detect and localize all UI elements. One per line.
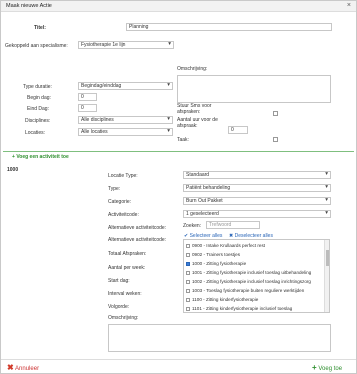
footer-divider [1, 359, 356, 360]
list-item-checkbox[interactable] [186, 270, 190, 275]
start-dag-label: Start dag: [108, 278, 130, 284]
list-scrollbar[interactable] [324, 240, 329, 312]
aantal-per-week-label: Aantal per week: [108, 265, 146, 271]
eind-dag-input[interactable]: 0 [78, 104, 97, 112]
activity-code-list[interactable]: 0900 - Intake Krullaards perfect rest 090… [183, 239, 330, 313]
list-item-label: 1101 - Zitting kinderfysiotherapie inclu… [192, 306, 293, 311]
section-divider [3, 151, 354, 152]
eind-dag-label: Eind Dag: [27, 106, 49, 112]
list-scroll-thumb[interactable] [326, 250, 329, 266]
list-item-label: 0900 - Intake Krullaards perfect rest [192, 243, 266, 248]
type-select[interactable]: Patiënt behandeling [183, 184, 331, 192]
list-item-label: 1003 - Toeslag fysiotherapie buiten regu… [192, 288, 305, 293]
taak-checkbox[interactable] [273, 137, 278, 142]
zoeken-input[interactable]: Trefwoord [206, 221, 260, 229]
list-item[interactable]: 1001 - Zitting fysiotherapie inclusief t… [186, 270, 311, 275]
list-item-checkbox[interactable] [186, 288, 190, 293]
list-item[interactable]: 0902 - Trainers toestjes [186, 252, 240, 257]
stuur-sms-checkbox[interactable] [273, 111, 278, 116]
list-item[interactable]: 1000 - Zitting fysiotherapie [186, 261, 246, 266]
list-item[interactable]: 0900 - Intake Krullaards perfect rest [186, 243, 265, 248]
list-item-label: 1000 - Zitting fysiotherapie [192, 261, 247, 266]
omschrijving-label: Omschrijving: [177, 66, 208, 72]
list-item[interactable]: 1101 - Zitting kinderfysiotherapie inclu… [186, 306, 292, 311]
titel-label: Titel: [34, 25, 46, 31]
omschrijving-textarea[interactable] [177, 75, 331, 103]
list-item-label: 1100 - Zitting kinderfysiotherapie [192, 297, 259, 302]
list-item[interactable]: 1002 - Zitting fysiotherapie inclusief t… [186, 279, 311, 284]
alt-code-label-2: Alternatieve activiteitcode: [108, 237, 167, 243]
alt-code-label-1: Alternatieve activiteitcode: [108, 225, 167, 231]
titel-input[interactable]: Planning [126, 23, 332, 31]
list-item-label: 0902 - Trainers toestjes [192, 252, 241, 257]
list-item-label: 1001 - Zitting fysiotherapie inclusief t… [192, 270, 312, 275]
list-item-checkbox[interactable] [186, 243, 190, 248]
activiteitcode-label: Activiteitcode: [108, 212, 139, 218]
dialog-titlebar: Maak nieuwe Actie × [1, 1, 356, 12]
disciplines-label: Disciplines: [25, 118, 51, 124]
begin-dag-input[interactable]: 0 [78, 93, 97, 101]
zoeken-label: Zoeken: [183, 223, 202, 229]
cancel-label: Annuleer [15, 366, 40, 372]
list-item-label: 1002 - Zitting fysiotherapie inclusief t… [192, 279, 311, 284]
plus-icon: + [312, 363, 317, 372]
list-item[interactable]: 1100 - Zitting kinderfysiotherapie [186, 297, 258, 302]
add-activity-label: Voeg een activiteit toe [16, 154, 69, 160]
activity-id: 1000 [7, 167, 19, 173]
aantal-uur-input[interactable]: 0 [228, 126, 248, 134]
begin-dag-label: Begin dag: [27, 95, 51, 101]
type-duratie-label: Type duratie: [23, 84, 52, 90]
gekoppeld-label: Gekoppeld aan specialisme: [5, 43, 68, 49]
type-label: Type: [108, 186, 121, 192]
disciplines-select[interactable]: Alle disciplines [78, 116, 173, 124]
volgorde-label: Volgorde: [108, 304, 130, 310]
locatie-type-select[interactable]: Standaard [183, 171, 331, 179]
aantal-uur-label: Aantal uur voor de afspraak: [177, 117, 218, 129]
close-icon[interactable]: × [347, 2, 351, 9]
specialisme-select[interactable]: Fysiotherapie 1e lijn [78, 41, 174, 49]
list-item[interactable]: 1003 - Toeslag fysiotherapie buiten regu… [186, 288, 304, 293]
categorie-select[interactable]: Burn Out Pakket [183, 197, 331, 205]
dialog-title: Maak nieuwe Actie [6, 3, 52, 9]
activity-omschrijving-textarea[interactable] [108, 324, 331, 352]
list-item-checkbox[interactable] [186, 261, 190, 266]
interval-weken-label: Interval weken: [108, 291, 142, 297]
activiteitcode-select[interactable]: 1 geselecteerd [183, 210, 331, 218]
list-item-checkbox[interactable] [186, 279, 190, 284]
locatie-type-label: Locatie Type: [108, 173, 138, 179]
close-icon: ✖ [7, 363, 14, 372]
add-label: Voeg toe [318, 366, 343, 372]
add-activity-link[interactable]: + Voeg een activiteit toe [12, 154, 69, 160]
dialog-window: Maak nieuwe Actie × Titel: Planning Geko… [0, 0, 357, 374]
taak-label: Taak: [177, 137, 189, 143]
locaties-select[interactable]: Alle locaties [78, 128, 173, 136]
locaties-label: Locaties: [25, 130, 46, 136]
activity-omschrijving-label: Omschrijving: [108, 315, 139, 321]
stuur-sms-label: Stuur Sms voor afspraken: [177, 103, 212, 115]
list-item-checkbox[interactable] [186, 252, 190, 257]
totaal-afspraken-label: Totaal Afspraken: [108, 251, 147, 257]
list-item-checkbox[interactable] [186, 306, 190, 311]
list-item-checkbox[interactable] [186, 297, 190, 302]
categorie-label: Categorie: [108, 199, 132, 205]
cancel-button[interactable]: ✖ Annuleer [7, 363, 39, 372]
add-button[interactable]: + Voeg toe [312, 363, 342, 372]
type-duratie-select[interactable]: Begindag/einddag [78, 82, 173, 90]
